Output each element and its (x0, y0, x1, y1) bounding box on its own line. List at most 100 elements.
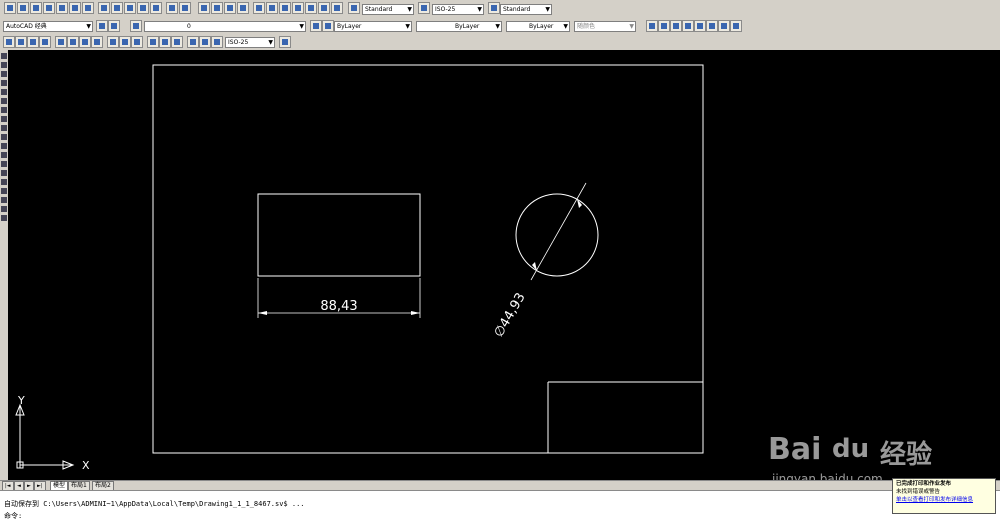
notification-balloon[interactable]: 已完成打印和作业发布 未找到错误或警告 单击以查看打印和发布详细信息 (892, 478, 996, 514)
make-block-icon[interactable] (1, 161, 7, 167)
drawing-canvas[interactable]: 88,43 ∅44,93 Y X (8, 50, 1000, 480)
plotstyle-dropdown[interactable]: 随颜色 ▼ (574, 21, 636, 32)
justify-text-icon[interactable] (718, 20, 730, 32)
lineweight-dropdown[interactable]: ByLayer ▼ (506, 21, 570, 32)
rectangle-icon[interactable] (1, 89, 7, 95)
edit-text-icon[interactable] (658, 20, 670, 32)
make-current-layer-icon[interactable] (310, 20, 322, 32)
redo-icon[interactable] (179, 2, 191, 14)
diameter-icon[interactable] (79, 36, 91, 48)
construction-line-icon[interactable] (1, 62, 7, 68)
point-icon[interactable] (1, 170, 7, 176)
circle-icon[interactable] (1, 107, 7, 113)
my-workspace-icon[interactable] (108, 20, 120, 32)
hatch-icon[interactable] (1, 179, 7, 185)
radius-icon[interactable] (55, 36, 67, 48)
notification-message: 未找到错误或警告 (896, 489, 941, 495)
table-style-dropdown[interactable]: Standard ▼ (500, 4, 552, 15)
dimension-style-manager-icon[interactable] (279, 36, 291, 48)
zoom-window-icon[interactable] (224, 2, 236, 14)
layer-manager-icon[interactable] (130, 20, 142, 32)
drawing-border[interactable] (152, 64, 704, 454)
tool-palettes-icon[interactable] (279, 2, 291, 14)
insert-block-icon[interactable] (1, 152, 7, 158)
table-icon[interactable] (1, 206, 7, 212)
ellipse-icon[interactable] (1, 134, 7, 140)
arc-length-icon[interactable] (27, 36, 39, 48)
block-editor-icon[interactable] (150, 2, 162, 14)
color-value: ByLayer (337, 23, 362, 30)
linear-dimension-icon[interactable] (3, 36, 15, 48)
region-icon[interactable] (1, 197, 7, 203)
gradient-icon[interactable] (1, 188, 7, 194)
diameter-dimension-text[interactable]: ∅44,93 (491, 290, 528, 340)
rectangle-shape[interactable] (257, 193, 421, 277)
multiline-text-icon[interactable] (1, 215, 7, 221)
spline-icon[interactable] (1, 125, 7, 131)
cut-icon[interactable] (98, 2, 110, 14)
calculator-icon[interactable] (318, 2, 330, 14)
ordinate-icon[interactable] (39, 36, 51, 48)
dimension-edit-icon[interactable] (187, 36, 199, 48)
dimension-style-dropdown[interactable]: ISO-25 ▼ (225, 37, 275, 48)
layer-previous-icon[interactable] (322, 20, 334, 32)
quick-leader-icon[interactable] (147, 36, 159, 48)
command-history: 自动保存到 C:\Users\ADMINI~1\AppData\Local\Te… (4, 500, 305, 508)
linear-dimension-text[interactable]: 88,43 (320, 299, 357, 314)
convert-distance-icon[interactable] (730, 20, 742, 32)
circle-shape[interactable] (515, 193, 599, 277)
notification-details-link[interactable]: 单击以查看打印和发布详细信息 (896, 496, 992, 504)
dimension-text-edit-icon[interactable] (199, 36, 211, 48)
zoom-previous-icon[interactable] (237, 2, 249, 14)
tolerance-icon[interactable] (159, 36, 171, 48)
baseline-icon[interactable] (119, 36, 131, 48)
polygon-icon[interactable] (1, 80, 7, 86)
3d-dwf-icon[interactable] (82, 2, 94, 14)
preview-icon[interactable] (56, 2, 68, 14)
spell-check-icon[interactable] (682, 20, 694, 32)
arrowhead-left (258, 311, 267, 315)
new-file-icon[interactable] (4, 2, 16, 14)
center-mark-icon[interactable] (171, 36, 183, 48)
line-icon[interactable] (1, 53, 7, 59)
pan-icon[interactable] (198, 2, 210, 14)
save-icon[interactable] (30, 2, 42, 14)
paste-icon[interactable] (124, 2, 136, 14)
polyline-icon[interactable] (1, 71, 7, 77)
undo-icon[interactable] (166, 2, 178, 14)
properties-icon[interactable] (253, 2, 265, 14)
markup-icon[interactable] (305, 2, 317, 14)
text-style-manager-icon[interactable] (694, 20, 706, 32)
zoom-realtime-icon[interactable] (211, 2, 223, 14)
color-dropdown[interactable]: ByLayer ▼ (334, 21, 412, 32)
notification-title: 已完成打印和作业发布 (896, 481, 952, 487)
workspace-dropdown[interactable]: AutoCAD 经典 ▼ (3, 21, 93, 32)
jogged-icon[interactable] (67, 36, 79, 48)
publish-icon[interactable] (69, 2, 81, 14)
continue-icon[interactable] (131, 36, 143, 48)
dim-style-dropdown[interactable]: ISO-25 ▼ (432, 4, 484, 15)
ellipse-arc-icon[interactable] (1, 143, 7, 149)
design-center-icon[interactable] (266, 2, 278, 14)
print-icon[interactable] (43, 2, 55, 14)
find-text-icon[interactable] (670, 20, 682, 32)
match-properties-icon[interactable] (137, 2, 149, 14)
linetype-dropdown[interactable]: ByLayer ▼ (416, 21, 502, 32)
help-icon[interactable] (331, 2, 343, 14)
layer-dropdown[interactable]: 0 ▼ (144, 21, 306, 32)
revision-cloud-icon[interactable] (1, 116, 7, 122)
arc-icon[interactable] (1, 98, 7, 104)
sheet-set-icon[interactable] (292, 2, 304, 14)
angular-icon[interactable] (91, 36, 103, 48)
workspace-settings-icon[interactable] (96, 20, 108, 32)
dimension-update-icon[interactable] (211, 36, 223, 48)
aligned-dimension-icon[interactable] (15, 36, 27, 48)
dimension-style-value: ISO-25 (228, 39, 249, 46)
text-style-dropdown[interactable]: Standard ▼ (362, 4, 414, 15)
quick-dimension-icon[interactable] (107, 36, 119, 48)
copy-icon[interactable] (111, 2, 123, 14)
open-file-icon[interactable] (17, 2, 29, 14)
command-window[interactable]: 自动保存到 C:\Users\ADMINI~1\AppData\Local\Te… (0, 490, 1000, 521)
text-icon[interactable] (646, 20, 658, 32)
scale-text-icon[interactable] (706, 20, 718, 32)
